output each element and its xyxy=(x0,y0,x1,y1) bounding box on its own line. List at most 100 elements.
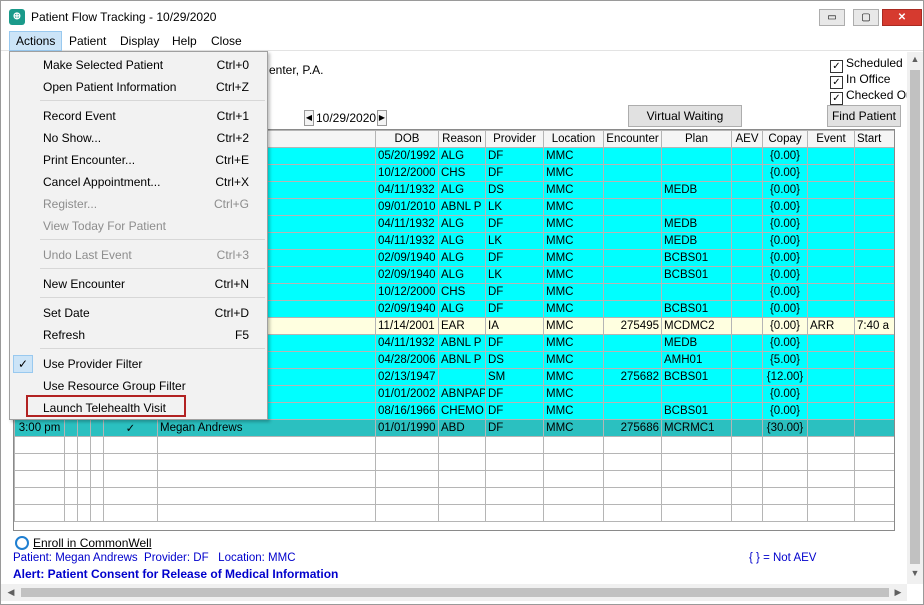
column-header[interactable]: Copay xyxy=(762,130,808,148)
table-cell xyxy=(731,419,763,437)
horizontal-scroll-thumb[interactable] xyxy=(21,588,889,597)
menu-item-new-encounter[interactable]: New Encounter Ctrl+N xyxy=(10,273,267,295)
filter-label: Checked Ou xyxy=(846,88,913,102)
table-cell: ALG xyxy=(438,300,486,318)
table-cell: MEDB xyxy=(661,215,732,233)
column-header[interactable]: DOB xyxy=(375,130,439,148)
table-cell xyxy=(731,266,763,284)
enroll-commonwell[interactable]: Enroll in CommonWell xyxy=(15,536,151,550)
table-cell xyxy=(438,453,486,471)
menu-item-open-patient-information[interactable]: Open Patient Information Ctrl+Z xyxy=(10,76,267,98)
table-cell: DF xyxy=(485,215,544,233)
column-header[interactable]: Event xyxy=(807,130,855,148)
table-cell xyxy=(103,504,158,522)
horizontal-scrollbar[interactable]: ◀ ▶ xyxy=(1,584,907,601)
previous-date-button[interactable]: ◀ xyxy=(304,110,314,126)
menu-display[interactable]: Display xyxy=(114,31,165,51)
table-cell xyxy=(807,147,855,165)
table-cell: ABNL P xyxy=(438,334,486,352)
menu-item-record-event[interactable]: Record Event Ctrl+1 xyxy=(10,105,267,127)
menu-item-set-date[interactable]: Set Date Ctrl+D xyxy=(10,302,267,324)
table-cell xyxy=(807,368,855,386)
scroll-left-icon[interactable]: ◀ xyxy=(3,587,19,598)
table-cell xyxy=(77,419,91,437)
table-cell xyxy=(854,181,894,199)
table-cell xyxy=(731,198,763,216)
table-cell xyxy=(661,198,732,216)
table-cell: {0.00} xyxy=(762,249,808,267)
table-cell xyxy=(807,487,855,505)
table-cell xyxy=(603,249,662,267)
table-cell: 10/12/2000 xyxy=(375,164,439,182)
selected-patient-row[interactable]: 3:00 pm ✓ Megan Andrews 01/01/1990 ABD DF MMC 2… xyxy=(14,419,894,437)
table-cell: EAR xyxy=(438,317,486,335)
table-cell xyxy=(807,232,855,250)
menu-item-use-provider-filter[interactable]: ✓ Use Provider Filter xyxy=(10,353,267,375)
table-cell xyxy=(854,283,894,301)
menu-item-refresh[interactable]: Refresh F5 xyxy=(10,324,267,346)
table-cell xyxy=(603,300,662,318)
table-cell: {0.00} xyxy=(762,147,808,165)
table-cell: MEDB xyxy=(661,181,732,199)
maximize-button[interactable]: ▢ xyxy=(853,9,879,26)
table-cell xyxy=(90,453,104,471)
table-cell xyxy=(603,232,662,250)
menu-bar: Actions Patient Display Help Close xyxy=(1,31,923,51)
table-cell xyxy=(807,385,855,403)
column-header[interactable]: Encounter xyxy=(603,130,662,148)
table-cell: {0.00} xyxy=(762,164,808,182)
table-cell: DF xyxy=(485,300,544,318)
menu-item-print-encounter[interactable]: Print Encounter... Ctrl+E xyxy=(10,149,267,171)
table-cell xyxy=(661,470,732,488)
table-cell xyxy=(543,487,604,505)
table-cell: CHS xyxy=(438,164,486,182)
menu-item-view-today-for-patient: View Today For Patient xyxy=(10,215,267,237)
vertical-scrollbar[interactable]: ▲ ▼ xyxy=(907,52,923,584)
scroll-right-icon[interactable]: ▶ xyxy=(890,587,906,598)
menu-item-cancel-appointment[interactable]: Cancel Appointment... Ctrl+X xyxy=(10,171,267,193)
close-button[interactable]: ✕ xyxy=(882,9,922,26)
filter-label: In Office xyxy=(846,72,891,86)
table-cell: MMC xyxy=(543,317,604,335)
column-header[interactable]: Reason xyxy=(438,130,486,148)
scroll-down-icon[interactable]: ▼ xyxy=(907,568,923,578)
table-cell xyxy=(807,198,855,216)
menu-item-shortcut: Ctrl+2 xyxy=(216,131,249,145)
table-cell xyxy=(854,487,894,505)
menu-close[interactable]: Close xyxy=(205,31,248,51)
empty-row xyxy=(14,470,894,488)
table-cell: LK xyxy=(485,266,544,284)
table-cell xyxy=(731,164,763,182)
scroll-up-icon[interactable]: ▲ xyxy=(907,54,923,64)
menu-item-use-resource-group-filter[interactable]: Use Resource Group Filter xyxy=(10,375,267,397)
enroll-commonwell-link[interactable]: Enroll in CommonWell xyxy=(33,536,151,550)
filter-checked-out[interactable]: ✓ Checked Ou xyxy=(830,88,913,105)
next-date-button[interactable]: ▶ xyxy=(377,110,387,126)
filter-in-office[interactable]: ✓ In Office xyxy=(830,72,891,89)
menu-item-make-selected-patient[interactable]: Make Selected Patient Ctrl+0 xyxy=(10,54,267,76)
table-cell: MMC xyxy=(543,266,604,284)
column-header[interactable]: Location xyxy=(543,130,604,148)
menu-help[interactable]: Help xyxy=(166,31,203,51)
table-cell xyxy=(603,351,662,369)
column-header[interactable]: Start xyxy=(854,130,894,148)
checkbox-checked-icon[interactable]: ✓ xyxy=(830,92,843,105)
table-cell xyxy=(731,215,763,233)
find-patient-button[interactable]: Find Patient xyxy=(827,105,901,127)
menu-actions[interactable]: Actions xyxy=(9,31,63,51)
minimize-button[interactable]: ▭ xyxy=(819,9,845,26)
table-cell: MCRMC1 xyxy=(661,419,732,437)
filter-label: Scheduled xyxy=(846,56,903,70)
column-header[interactable]: Provider xyxy=(485,130,544,148)
filter-scheduled[interactable]: ✓ Scheduled xyxy=(830,56,903,73)
table-cell: MMC xyxy=(543,385,604,403)
column-header[interactable]: AEV xyxy=(731,130,763,148)
menu-patient[interactable]: Patient xyxy=(63,31,112,51)
virtual-waiting-room-button[interactable]: Virtual Waiting Room xyxy=(628,105,742,143)
table-cell xyxy=(854,470,894,488)
column-header[interactable]: Plan xyxy=(661,130,732,148)
table-cell xyxy=(854,334,894,352)
vertical-scroll-thumb[interactable] xyxy=(910,70,920,564)
table-cell xyxy=(14,470,65,488)
menu-item-no-show[interactable]: No Show... Ctrl+2 xyxy=(10,127,267,149)
